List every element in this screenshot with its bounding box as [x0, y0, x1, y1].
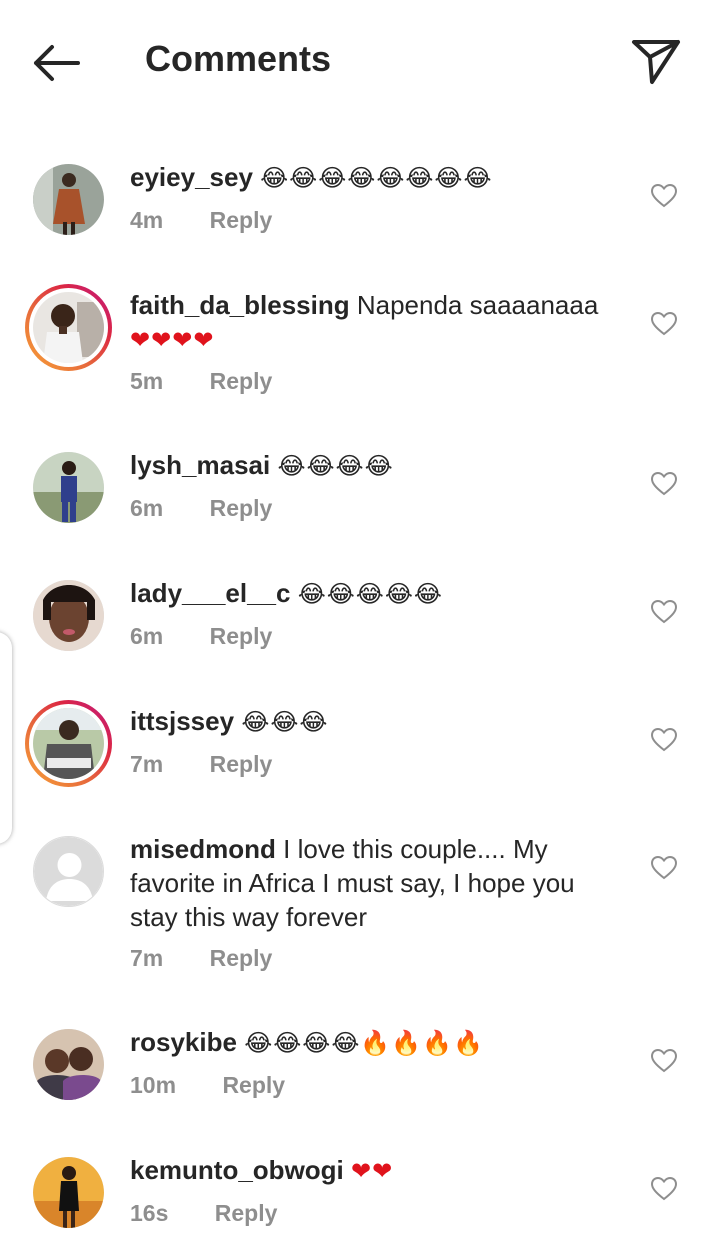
reply-button[interactable]: Reply	[215, 1200, 278, 1227]
comment-meta: 16s Reply	[130, 1200, 277, 1227]
comment-text: lysh_masai 😂😂😂😂	[130, 448, 620, 483]
heart-icon[interactable]	[650, 183, 678, 208]
comment-meta: 7m Reply	[130, 751, 272, 778]
comment-text: ittsjssey 😂😂😂	[130, 704, 620, 739]
comment-username[interactable]: eyiey_sey	[130, 162, 253, 192]
avatar[interactable]	[33, 1157, 104, 1228]
heart-icon[interactable]	[650, 727, 678, 752]
heart-icon[interactable]	[650, 471, 678, 496]
comment-text: faith_da_blessing Napenda saaaanaaa ❤❤❤❤	[130, 288, 620, 357]
heart-icon[interactable]	[650, 311, 678, 336]
comment-text: lady___el__c 😂😂😂😂😂	[130, 576, 620, 611]
comment-time: 10m	[130, 1072, 177, 1098]
comment-time: 7m	[130, 751, 164, 777]
comment-text: kemunto_obwogi ❤❤	[130, 1153, 620, 1188]
avatar-default[interactable]	[33, 836, 104, 907]
comment-time: 6m	[130, 495, 164, 521]
comment-meta: 4m Reply	[130, 207, 272, 234]
comment-emoji: ❤❤❤❤	[130, 326, 215, 354]
avatar-story-ring[interactable]	[25, 700, 112, 787]
avatar[interactable]	[33, 452, 104, 523]
comment-time: 6m	[130, 623, 164, 649]
comment-meta: 6m Reply	[130, 623, 272, 650]
comment-username[interactable]: rosykibe	[130, 1027, 237, 1057]
comment-emoji: 😂😂😂😂🔥🔥🔥🔥	[244, 1029, 484, 1057]
comment-emoji: 😂😂😂😂	[277, 452, 394, 480]
reply-button[interactable]: Reply	[210, 623, 273, 650]
comment-username[interactable]: ittsjssey	[130, 706, 234, 736]
comment-username[interactable]: misedmond	[130, 834, 276, 864]
comment-username[interactable]: faith_da_blessing	[130, 290, 350, 320]
avatar[interactable]	[33, 580, 104, 651]
avatar-story-ring[interactable]	[25, 284, 112, 371]
comment-time: 16s	[130, 1200, 169, 1226]
comment-emoji: ❤❤	[351, 1157, 394, 1185]
reply-button[interactable]: Reply	[210, 751, 273, 778]
comment-emoji: 😂😂😂😂😂😂😂😂	[260, 164, 493, 192]
comment-text: rosykibe 😂😂😂😂🔥🔥🔥🔥	[130, 1025, 620, 1060]
heart-icon[interactable]	[650, 1048, 678, 1073]
comment-body: Napenda saaaanaaa	[356, 290, 599, 320]
avatar[interactable]	[33, 1029, 104, 1100]
avatar[interactable]	[33, 164, 104, 235]
comment-meta: 6m Reply	[130, 495, 272, 522]
reply-button[interactable]: Reply	[210, 945, 273, 972]
comment-username[interactable]: kemunto_obwogi	[130, 1155, 344, 1185]
comment-username[interactable]: lysh_masai	[130, 450, 270, 480]
comment-meta: 7m Reply	[130, 945, 272, 972]
heart-icon[interactable]	[650, 599, 678, 624]
comment-text: misedmond I love this couple.... My favo…	[130, 832, 620, 935]
heart-icon[interactable]	[650, 1176, 678, 1201]
comment-emoji: 😂😂😂😂😂	[297, 580, 443, 608]
reply-button[interactable]: Reply	[210, 368, 273, 395]
reply-button[interactable]: Reply	[210, 495, 273, 522]
comment-emoji: 😂😂😂	[241, 708, 329, 736]
comment-text: eyiey_sey 😂😂😂😂😂😂😂😂	[130, 160, 620, 195]
comments-list: eyiey_sey 😂😂😂😂😂😂😂😂 4m Reply faith_da_ble…	[0, 0, 720, 1258]
comment-username[interactable]: lady___el__c	[130, 578, 290, 608]
comment-meta: 5m Reply	[130, 368, 272, 395]
heart-icon[interactable]	[650, 855, 678, 880]
comment-time: 5m	[130, 368, 164, 394]
comment-meta: 10m Reply	[130, 1072, 285, 1099]
comment-time: 4m	[130, 207, 164, 233]
comment-time: 7m	[130, 945, 164, 971]
reply-button[interactable]: Reply	[210, 207, 273, 234]
reply-button[interactable]: Reply	[222, 1072, 285, 1099]
